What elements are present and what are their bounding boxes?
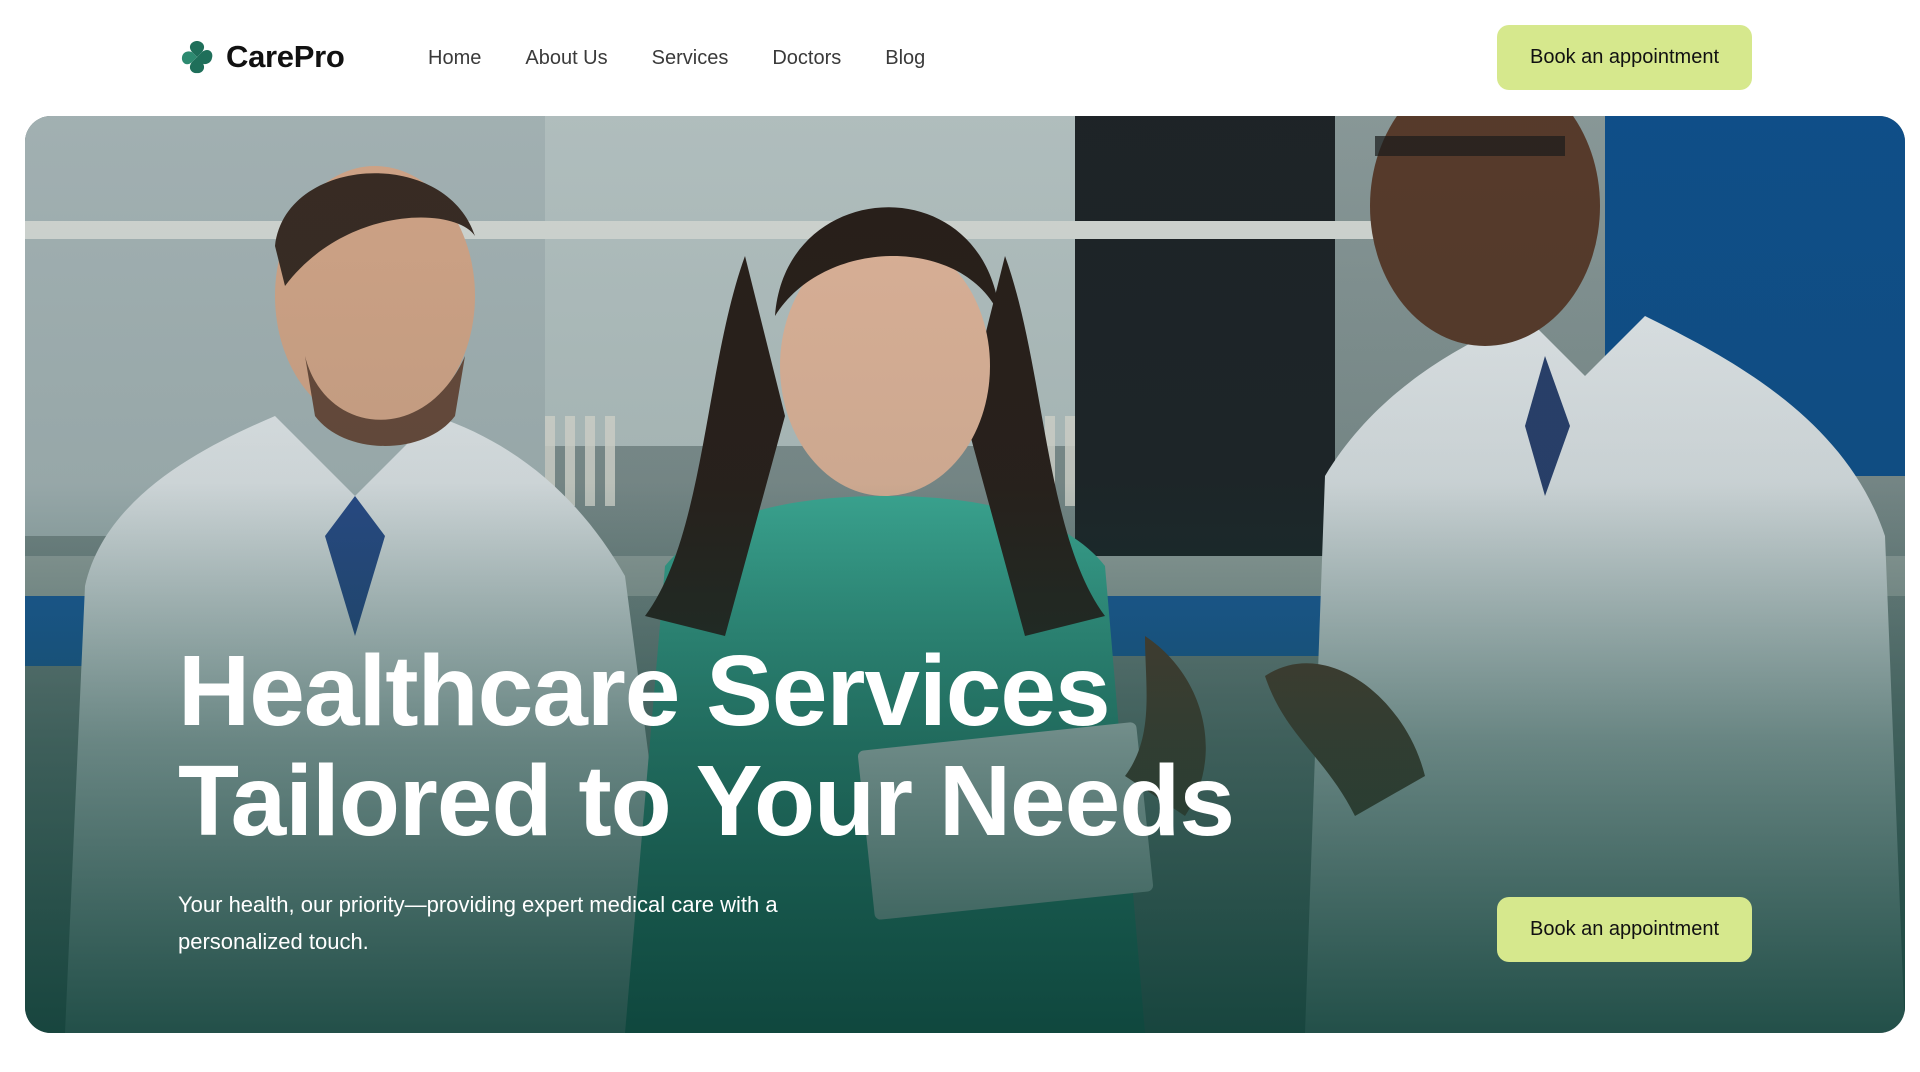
hero-section: Healthcare Services Tailored to Your Nee… xyxy=(25,116,1905,1033)
carepro-logo-icon xyxy=(181,41,213,74)
nav-item-home[interactable]: Home xyxy=(428,44,481,72)
hero-book-appointment-button[interactable]: Book an appointment xyxy=(1497,897,1752,962)
brand-name: CarePro xyxy=(226,39,345,74)
hero-subtitle: Your health, our priority—providing expe… xyxy=(178,892,778,954)
main-nav: Home About Us Services Doctors Blog xyxy=(428,44,925,72)
nav-item-about-us[interactable]: About Us xyxy=(525,44,607,72)
nav-item-blog[interactable]: Blog xyxy=(885,44,925,72)
header-book-appointment-button[interactable]: Book an appointment xyxy=(1497,25,1752,90)
page: CarePro Home About Us Services Doctors B… xyxy=(0,0,1920,1072)
site-header: CarePro Home About Us Services Doctors B… xyxy=(0,0,1920,116)
hero-title-line-2: Tailored to Your Needs xyxy=(178,745,1235,857)
hero-title: Healthcare Services Tailored to Your Nee… xyxy=(178,635,1235,857)
hero-title-line-1: Healthcare Services xyxy=(178,635,1111,747)
nav-item-doctors[interactable]: Doctors xyxy=(772,44,841,72)
nav-item-services[interactable]: Services xyxy=(652,44,729,72)
logo-link[interactable]: CarePro xyxy=(178,38,345,76)
